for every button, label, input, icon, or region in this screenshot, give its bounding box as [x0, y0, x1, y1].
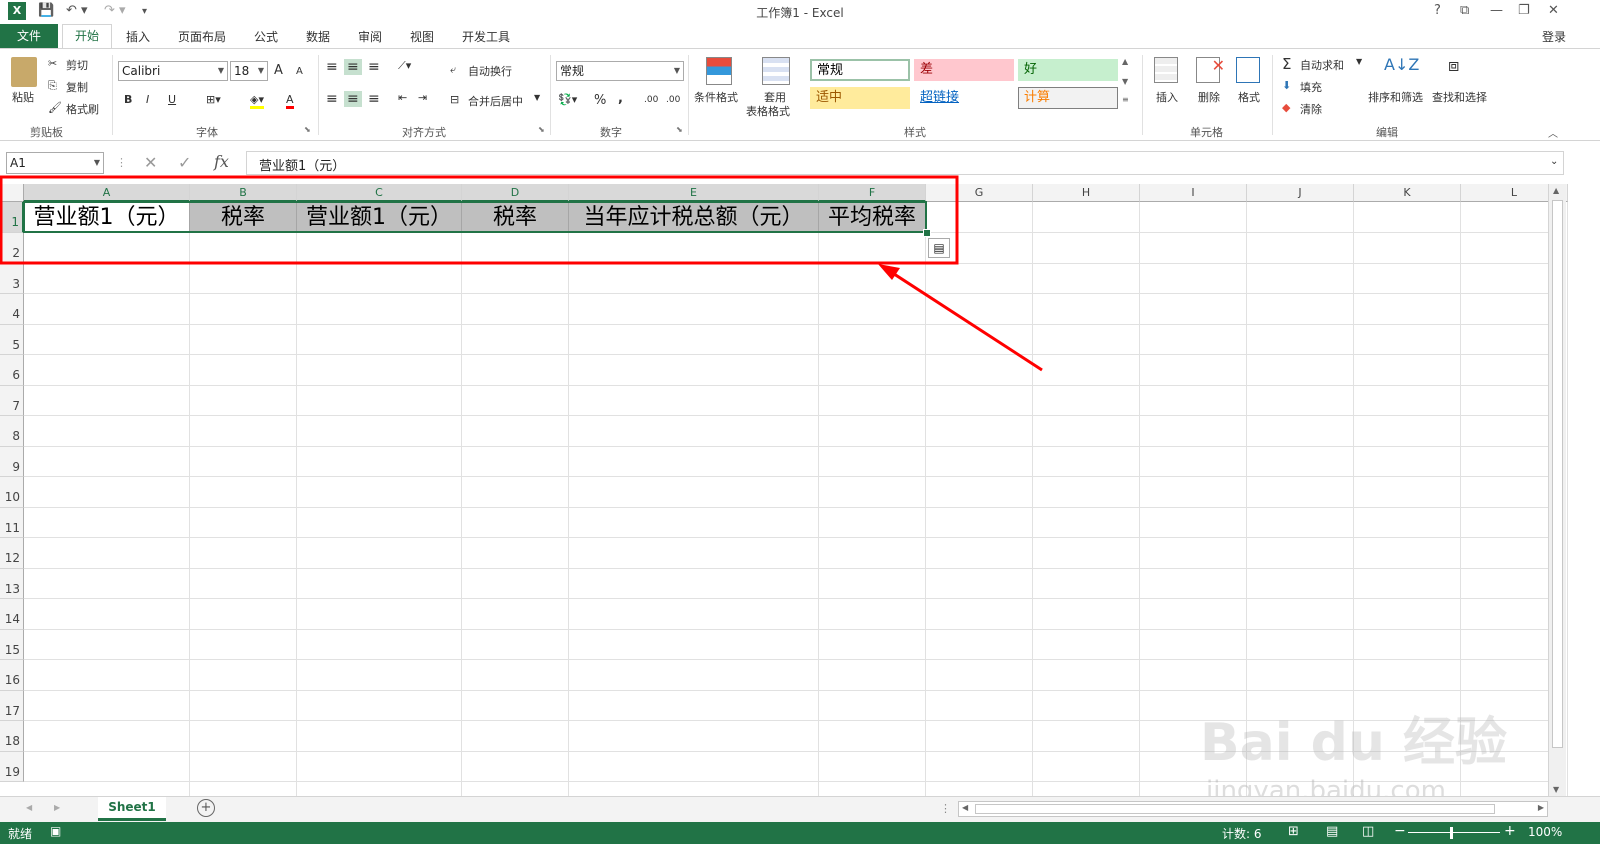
quick-analysis-icon[interactable]: ▤: [928, 238, 950, 258]
annotation-highlight-box: [0, 175, 959, 265]
bottom-margin: [0, 844, 1600, 862]
horizontal-scrollbar[interactable]: ◀ ▶: [958, 801, 1548, 817]
prev-sheet-icon[interactable]: ◀: [26, 803, 32, 812]
ready-status: 就绪: [8, 827, 33, 841]
zoom-level[interactable]: 100%: [1528, 825, 1562, 839]
sheet-tab-bar: ◀ ▶ Sheet1 + ⋮ ◀ ▶: [0, 796, 1600, 822]
zoom-slider-thumb[interactable]: [1450, 827, 1453, 839]
macro-record-icon[interactable]: ▣: [50, 824, 61, 838]
annotation-arrow-line: [887, 268, 1043, 372]
sheet-tab-sheet1[interactable]: Sheet1: [98, 797, 166, 821]
zoom-out-icon[interactable]: −: [1394, 823, 1406, 839]
add-sheet-button[interactable]: +: [197, 799, 215, 817]
normal-view-icon[interactable]: ⊞: [1288, 824, 1299, 839]
page-layout-view-icon[interactable]: ▤: [1326, 824, 1338, 839]
status-bar: 就绪 ▣ 计数: 6 ⊞ ▤ ◫ − + 100%: [0, 822, 1600, 844]
zoom-in-icon[interactable]: +: [1504, 823, 1516, 839]
watermark-logo: Bai du 经验: [1200, 713, 1507, 773]
annotation-arrow-head: [878, 264, 900, 280]
scroll-right-icon[interactable]: ▶: [1538, 803, 1544, 812]
scroll-left-icon[interactable]: ◀: [962, 803, 968, 812]
count-status: 计数: 6: [1222, 827, 1262, 841]
page-break-view-icon[interactable]: ◫: [1362, 824, 1374, 839]
tab-split-handle-icon[interactable]: ⋮: [940, 802, 951, 815]
next-sheet-icon[interactable]: ▶: [54, 803, 60, 812]
zoom-slider-track[interactable]: [1408, 832, 1500, 833]
hscroll-thumb[interactable]: [975, 804, 1495, 814]
